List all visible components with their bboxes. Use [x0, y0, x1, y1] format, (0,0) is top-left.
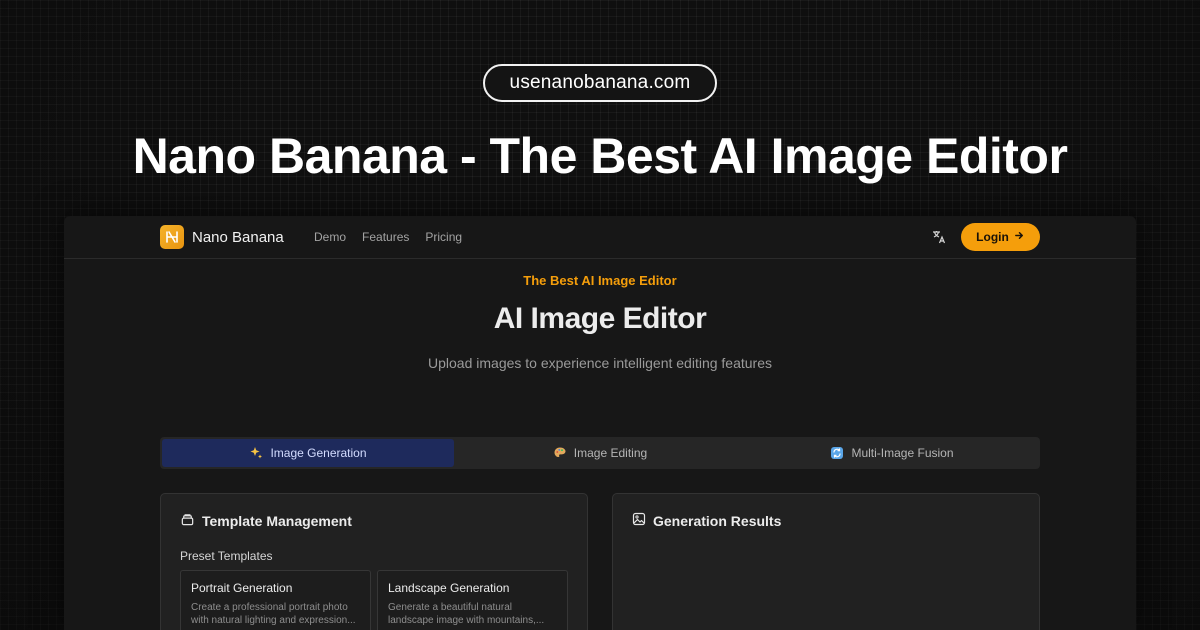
arrow-right-icon: [1014, 230, 1025, 244]
template-description: Create a professional portrait photo wit…: [191, 601, 360, 627]
nav-link-demo[interactable]: Demo: [314, 230, 346, 244]
nav-link-features[interactable]: Features: [362, 230, 409, 244]
template-panel-header: Template Management: [180, 512, 352, 530]
translate-icon[interactable]: [931, 229, 947, 245]
template-desc-line: Generate a beautiful natural: [388, 602, 512, 613]
fusion-icon: [830, 446, 844, 460]
template-desc-line: landscape image with mountains,...: [388, 615, 545, 626]
brand[interactable]: Nano Banana: [160, 225, 284, 249]
hero-subtitle: Upload images to experience intelligent …: [428, 355, 772, 371]
tab-image-generation[interactable]: Image Generation: [162, 439, 454, 467]
template-description: Generate a beautiful natural landscape i…: [388, 601, 557, 627]
tab-label: Multi-Image Fusion: [851, 446, 954, 460]
template-card-portrait[interactable]: Portrait Generation Create a professiona…: [180, 570, 371, 630]
preset-templates-label: Preset Templates: [180, 549, 273, 563]
login-button[interactable]: Login: [961, 223, 1040, 251]
palette-icon: [553, 446, 567, 460]
login-label: Login: [976, 230, 1009, 244]
generation-results-panel: Generation Results: [612, 493, 1040, 630]
mode-tabs: Image Generation Image Editing Multi-Ima…: [160, 437, 1040, 469]
layers-icon: [180, 512, 195, 530]
template-desc-line: with natural lighting and expression...: [191, 615, 356, 626]
hero-eyebrow: The Best AI Image Editor: [523, 273, 677, 288]
template-panel-title: Template Management: [202, 513, 352, 529]
nav-links: Demo Features Pricing: [314, 230, 462, 244]
tab-multi-image-fusion[interactable]: Multi-Image Fusion: [746, 439, 1038, 467]
hero-title: AI Image Editor: [493, 302, 707, 335]
image-icon: [632, 512, 646, 529]
results-panel-title: Generation Results: [653, 512, 782, 529]
template-card-landscape[interactable]: Landscape Generation Generate a beautifu…: [377, 570, 568, 630]
banner-headline: Nano Banana - The Best AI Image Editor: [132, 128, 1068, 184]
brand-name: Nano Banana: [192, 228, 284, 246]
template-title: Landscape Generation: [388, 581, 510, 595]
nav-link-pricing[interactable]: Pricing: [425, 230, 462, 244]
results-panel-header: Generation Results: [632, 512, 781, 529]
tab-image-editing[interactable]: Image Editing: [454, 439, 746, 467]
tab-label: Image Generation: [270, 446, 367, 460]
domain-badge: usenanobanana.com: [483, 64, 717, 102]
template-title: Portrait Generation: [191, 581, 293, 595]
app-screenshot: Nano Banana Demo Features Pricing Login …: [64, 216, 1136, 630]
template-desc-line: Create a professional portrait photo: [191, 602, 348, 613]
banana-logo-icon: [160, 225, 184, 249]
sparkles-icon: [249, 446, 263, 460]
top-navbar: Nano Banana Demo Features Pricing Login: [64, 216, 1136, 259]
template-management-panel: Template Management Preset Templates Por…: [160, 493, 588, 630]
tab-label: Image Editing: [573, 446, 648, 460]
